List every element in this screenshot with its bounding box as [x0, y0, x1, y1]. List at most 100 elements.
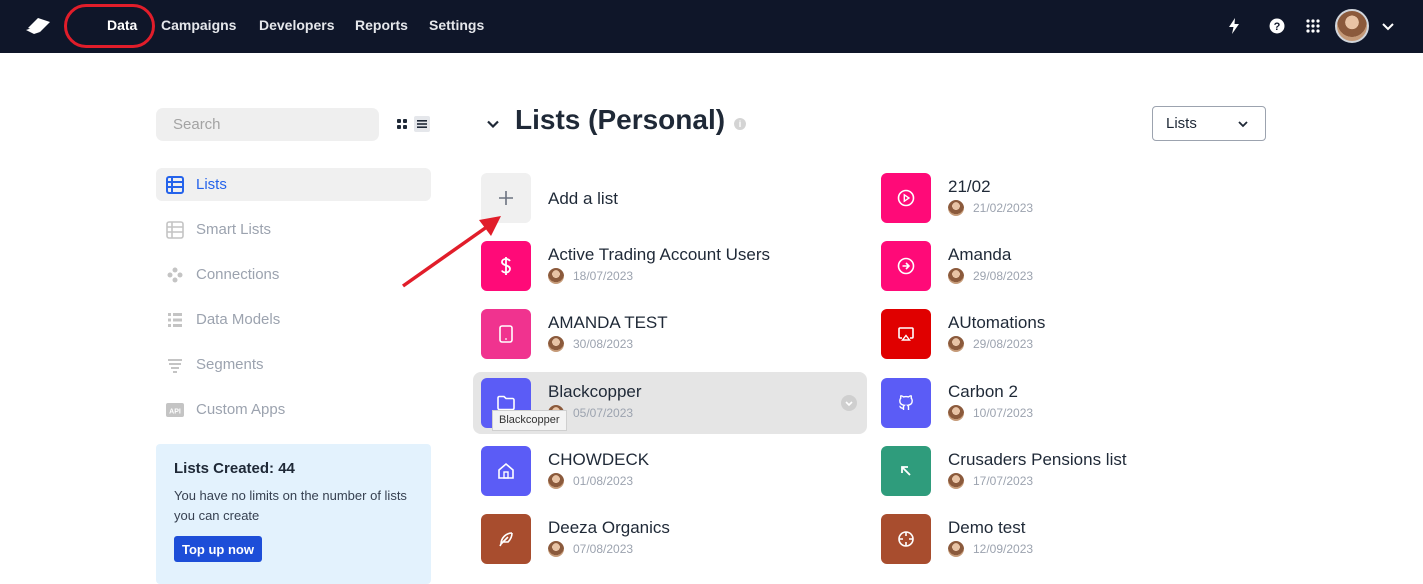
add-list-button[interactable]: Add a list [473, 167, 867, 229]
owner-avatar [948, 200, 964, 216]
list-name: AMANDA TEST [548, 313, 668, 332]
sidebar-item-label: Connections [196, 266, 280, 283]
top-nav-bar: Data Campaigns Developers Reports Settin… [0, 0, 1423, 53]
list-item[interactable]: Crusaders Pensions list 17/07/2023 [873, 440, 1267, 502]
nav-campaigns[interactable]: Campaigns [161, 17, 236, 33]
nav-settings[interactable]: Settings [429, 17, 484, 33]
list-date: 10/07/2023 [973, 406, 1034, 420]
sidebar-item-label: Data Models [196, 311, 281, 328]
list-item[interactable]: AMANDA TEST 30/08/2023 [473, 303, 867, 365]
list-date: 01/08/2023 [573, 474, 634, 488]
nav-developers[interactable]: Developers [259, 17, 334, 33]
owner-avatar [548, 541, 564, 557]
arrow-up-left-icon [881, 446, 931, 496]
list-date: 05/07/2023 [573, 406, 634, 420]
chevron-down-icon[interactable] [1380, 18, 1396, 34]
sidebar-item-data-models[interactable]: Data Models [156, 303, 431, 336]
owner-avatar [548, 473, 564, 489]
page-title: Lists (Personal) [515, 104, 726, 135]
list-item[interactable]: Amanda 29/08/2023 [873, 235, 1267, 297]
list-type-select[interactable]: Lists [1152, 106, 1266, 141]
owner-avatar [948, 405, 964, 421]
top-up-button[interactable]: Top up now [174, 536, 262, 562]
list-item[interactable]: Deeza Organics 07/08/2023 [473, 508, 867, 570]
list-name: Active Trading Account Users [548, 245, 771, 264]
apps-grid-icon[interactable] [1303, 16, 1323, 36]
table-icon [166, 175, 184, 194]
owner-avatar [948, 268, 964, 284]
list-item[interactable]: AUtomations 29/08/2023 [873, 303, 1267, 365]
list-name-tooltip: Blackcopper [492, 410, 567, 431]
list-item[interactable]: Carbon 2 10/07/2023 [873, 372, 1267, 434]
nav-reports[interactable]: Reports [355, 17, 408, 33]
airplay-icon [881, 309, 931, 359]
list-name: AUtomations [948, 313, 1046, 332]
list-view-icon[interactable] [414, 116, 430, 132]
list-item[interactable]: 21/02 21/02/2023 [873, 167, 1267, 229]
list-name: Blackcopper [548, 382, 642, 401]
github-icon [881, 378, 931, 428]
api-icon: API [166, 401, 184, 419]
list-date: 18/07/2023 [573, 269, 634, 283]
bolt-icon[interactable] [1224, 16, 1244, 36]
chevron-down-icon [1238, 121, 1248, 128]
arrow-right-circle-icon [881, 241, 931, 291]
sidebar-item-label: Segments [196, 356, 264, 373]
list-type-select-value: Lists [1166, 115, 1197, 132]
list-name: Deeza Organics [548, 518, 670, 537]
list-name: Amanda [948, 245, 1012, 264]
owner-avatar [948, 336, 964, 352]
grid-view-icon[interactable] [394, 116, 410, 132]
tablet-icon [481, 309, 531, 359]
list-date: 17/07/2023 [973, 474, 1034, 488]
list-date: 07/08/2023 [573, 542, 634, 556]
segments-icon [166, 356, 184, 374]
sidebar-item-custom-apps[interactable]: API Custom Apps [156, 393, 431, 426]
sidebar-item-connections[interactable]: Connections [156, 258, 431, 291]
chevron-down-icon[interactable] [484, 115, 502, 133]
lists-quota-card: Lists Created: 44 You have no limits on … [156, 444, 431, 584]
list-date: 30/08/2023 [573, 337, 634, 351]
list-name: CHOWDECK [548, 450, 650, 469]
list-item[interactable]: Demo test 12/09/2023 [873, 508, 1267, 570]
home-icon [481, 446, 531, 496]
play-icon [881, 173, 931, 223]
sidebar-item-segments[interactable]: Segments [156, 348, 431, 381]
annotation-highlight-circle [64, 4, 155, 48]
list-date: 29/08/2023 [973, 269, 1034, 283]
list-date: 29/08/2023 [973, 337, 1034, 351]
list-name: 21/02 [948, 177, 991, 196]
annotation-arrow [401, 216, 501, 288]
owner-avatar [948, 473, 964, 489]
list-item[interactable]: Active Trading Account Users 18/07/2023 [473, 235, 867, 297]
info-icon[interactable]: i [734, 118, 746, 130]
svg-text:?: ? [1274, 21, 1281, 33]
owner-avatar [548, 336, 564, 352]
crosshair-icon [881, 514, 931, 564]
lists-created-count: Lists Created: 44 [174, 460, 295, 477]
owner-avatar [548, 268, 564, 284]
list-date: 12/09/2023 [973, 542, 1034, 556]
list-name: Crusaders Pensions list [948, 450, 1127, 469]
sidebar-item-lists[interactable]: Lists [156, 168, 431, 201]
sidebar-item-label: Lists [196, 176, 227, 193]
owner-avatar [948, 541, 964, 557]
help-icon[interactable]: ? [1267, 16, 1287, 36]
user-avatar[interactable] [1335, 9, 1369, 43]
svg-text:API: API [169, 408, 181, 415]
sidebar-item-label: Smart Lists [196, 221, 272, 238]
feather-icon [481, 514, 531, 564]
sidebar-item-smart-lists[interactable]: Smart Lists [156, 213, 431, 246]
data-models-icon [166, 311, 184, 329]
list-options-chevron-icon[interactable] [841, 395, 857, 411]
list-item[interactable]: CHOWDECK 01/08/2023 [473, 440, 867, 502]
search-input[interactable] [156, 108, 379, 141]
app-logo-icon[interactable] [24, 14, 52, 38]
list-name: Carbon 2 [948, 382, 1018, 401]
sidebar-item-label: Custom Apps [196, 401, 286, 418]
connections-icon [166, 266, 184, 284]
table-icon [166, 220, 184, 239]
add-list-label: Add a list [548, 189, 618, 208]
list-name: Demo test [948, 518, 1026, 537]
list-date: 21/02/2023 [973, 201, 1034, 215]
